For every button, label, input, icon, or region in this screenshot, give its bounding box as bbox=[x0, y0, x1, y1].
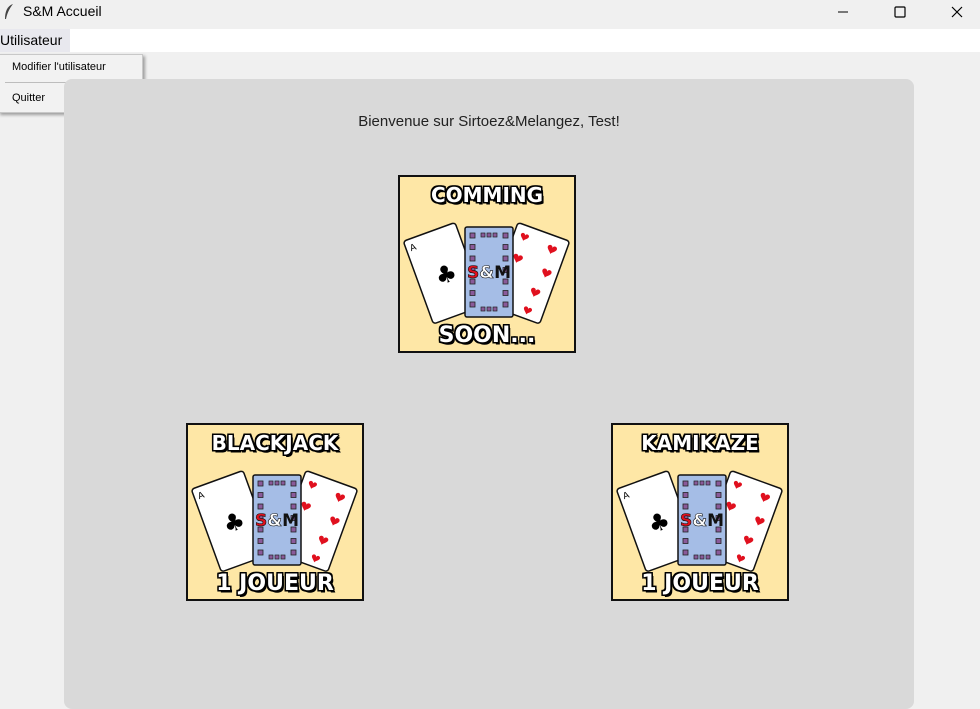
feather-icon bbox=[5, 4, 13, 19]
close-button[interactable] bbox=[934, 0, 980, 24]
card-top-label: COMMING bbox=[430, 183, 544, 207]
game-card-comming-soon[interactable]: A ♣ S&M COMMING SOON... bbox=[398, 175, 576, 353]
minimize-button[interactable] bbox=[820, 0, 866, 24]
svg-text:S&M: S&M bbox=[467, 263, 511, 283]
main-panel: Bienvenue sur Sirtoez&Melangez, Test! A … bbox=[64, 79, 914, 709]
card-top-label: BLACKJACK bbox=[211, 431, 339, 455]
menu-bar: Utilisateur bbox=[0, 29, 980, 52]
menu-utilisateur[interactable]: Utilisateur bbox=[0, 29, 71, 52]
card-bottom-label: SOON... bbox=[438, 323, 536, 348]
title-bar: S&M Accueil bbox=[0, 0, 980, 24]
card-bottom-label: 1 JOUEUR bbox=[216, 571, 334, 596]
welcome-message: Bienvenue sur Sirtoez&Melangez, Test! bbox=[358, 113, 620, 130]
game-card-kamikaze[interactable]: A ♣ S&M KAMIKAZE 1 JOUEUR bbox=[611, 423, 789, 601]
card-bottom-label: 1 JOUEUR bbox=[641, 571, 759, 596]
menu-item-modifier-utilisateur[interactable]: Modifier l'utilisateur bbox=[12, 61, 106, 73]
close-icon bbox=[951, 6, 963, 18]
card-top-label: KAMIKAZE bbox=[641, 431, 759, 455]
svg-text:S&M: S&M bbox=[255, 511, 299, 531]
svg-text:S&M: S&M bbox=[680, 511, 724, 531]
minimize-icon bbox=[838, 11, 848, 13]
window-title: S&M Accueil bbox=[23, 3, 102, 19]
maximize-button[interactable] bbox=[877, 0, 923, 24]
game-card-blackjack[interactable]: A ♣ S&M BLACKJACK 1 JOUEUR bbox=[186, 423, 364, 601]
menu-item-quitter[interactable]: Quitter bbox=[12, 92, 45, 104]
maximize-icon bbox=[894, 6, 906, 18]
